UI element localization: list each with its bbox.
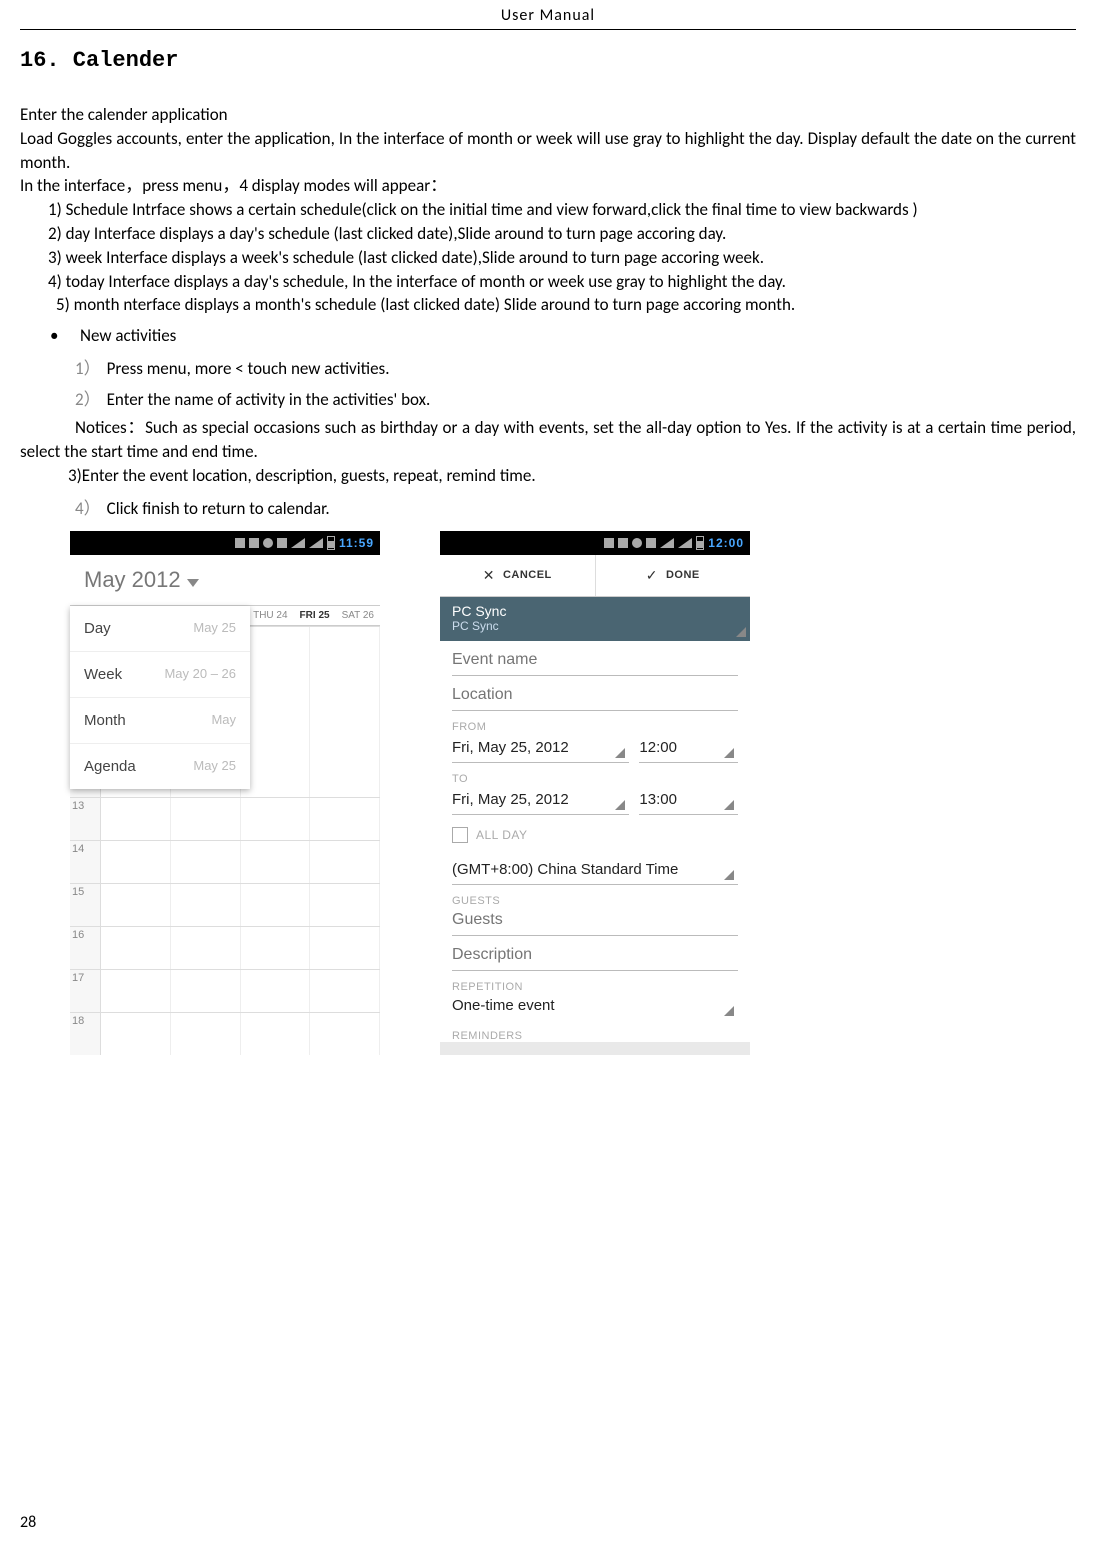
description-field[interactable] [452, 936, 738, 971]
section-title: 16. Calender [20, 48, 1076, 73]
status-icon [646, 538, 656, 548]
to-label: TO [452, 773, 738, 785]
bullet-label: New activities [80, 325, 176, 346]
spinner-icon [615, 748, 625, 758]
repetition-label: REPETITION [452, 981, 738, 993]
step-1: 1）Press menu, more < touch new activitie… [20, 354, 1076, 379]
status-icon [277, 538, 287, 548]
intro-line-1: Enter the calender application [20, 103, 1076, 127]
check-icon [646, 567, 658, 584]
day-col-active: FRI 25 [294, 606, 336, 625]
modes-intro: In the interface，press menu，4 display mo… [20, 174, 1076, 198]
all-day-checkbox[interactable]: ALL DAY [452, 827, 738, 843]
day-col: THU 24 [247, 606, 293, 625]
status-bar: 11:59 [70, 531, 380, 555]
phone-calendar-view: 11:59 May 2012 3 THU 24 FRI 25 SAT 26 Da… [70, 531, 380, 1055]
status-icon [632, 538, 642, 548]
status-icon [249, 538, 259, 548]
calendar-title-text: May 2012 [84, 567, 181, 593]
status-icon [604, 538, 614, 548]
done-label: DONE [666, 569, 700, 581]
view-mode-menu: DayMay 25 WeekMay 20 – 26 MonthMay Agend… [70, 606, 250, 789]
from-date-spinner[interactable]: Fri, May 25, 2012 [452, 733, 629, 763]
spinner-icon [724, 870, 734, 880]
timezone-spinner[interactable]: (GMT+8:00) China Standard Time [452, 855, 738, 885]
intro-line-2: Load Goggles accounts, enter the applica… [20, 127, 1076, 175]
step-3: 3)Enter the event location, description,… [20, 464, 1076, 488]
guests-label: GUESTS [452, 895, 738, 907]
status-icon [263, 538, 273, 548]
mode-3: 3) week Interface displays a week's sche… [20, 246, 1076, 270]
phone-event-editor: 12:00 CANCEL DONE PC Sync PC Sync [440, 531, 750, 1055]
status-bar: 12:00 [440, 531, 750, 555]
status-icon [235, 538, 245, 548]
guests-field[interactable] [452, 907, 738, 936]
status-time: 11:59 [339, 536, 374, 550]
signal-icon [309, 538, 323, 548]
reminders-label: REMINDERS [452, 1030, 738, 1042]
hour-label: 16 [70, 927, 101, 969]
step-4: 4）Click finish to return to calendar. [20, 494, 1076, 519]
cancel-label: CANCEL [503, 569, 552, 581]
step-2: 2）Enter the name of activity in the acti… [20, 385, 1076, 410]
spinner-icon [736, 627, 746, 637]
calendar-name: PC Sync [452, 603, 738, 619]
signal-icon [291, 538, 305, 548]
notices-text: Notices：Such as special occasions such a… [20, 416, 1076, 464]
location-field[interactable] [452, 676, 738, 711]
spinner-icon [724, 800, 734, 810]
menu-item-day[interactable]: DayMay 25 [70, 606, 250, 651]
signal-icon [678, 538, 692, 548]
hour-label: 13 [70, 798, 101, 840]
page-number: 28 [20, 1513, 36, 1532]
bullet-dot-icon: • [50, 325, 80, 346]
hour-label: 18 [70, 1013, 101, 1055]
calendar-title-spinner[interactable]: May 2012 [70, 555, 380, 606]
status-icon [618, 538, 628, 548]
from-time-spinner[interactable]: 12:00 [639, 733, 738, 763]
spinner-icon [724, 1006, 734, 1016]
menu-item-agenda[interactable]: AgendaMay 25 [70, 743, 250, 789]
doc-header: User Manual [20, 0, 1076, 30]
repetition-spinner[interactable]: One-time event [452, 993, 738, 1020]
spinner-icon [724, 748, 734, 758]
calendar-selector[interactable]: PC Sync PC Sync [440, 597, 750, 641]
battery-icon [327, 536, 335, 550]
mode-2: 2) day Interface displays a day's schedu… [20, 222, 1076, 246]
from-label: FROM [452, 721, 738, 733]
to-time-spinner[interactable]: 13:00 [639, 785, 738, 815]
checkbox-icon [452, 827, 468, 843]
signal-icon [660, 538, 674, 548]
mode-1: 1) Schedule Intrface shows a certain sch… [20, 198, 1076, 222]
battery-icon [696, 536, 704, 550]
to-date-spinner[interactable]: Fri, May 25, 2012 [452, 785, 629, 815]
cancel-button[interactable]: CANCEL [440, 555, 596, 596]
hour-label: 17 [70, 970, 101, 1012]
day-col: SAT 26 [336, 606, 380, 625]
calendar-sub: PC Sync [452, 619, 738, 633]
all-day-label: ALL DAY [476, 828, 528, 842]
bullet-new-activities: •New activities [20, 325, 1076, 346]
status-time: 12:00 [708, 536, 744, 550]
close-icon [483, 567, 495, 584]
hour-label: 14 [70, 841, 101, 883]
mode-4: 4) today Interface displays a day's sche… [20, 270, 1076, 294]
menu-item-week[interactable]: WeekMay 20 – 26 [70, 651, 250, 697]
menu-item-month[interactable]: MonthMay [70, 697, 250, 743]
event-name-field[interactable] [452, 641, 738, 676]
spinner-icon [615, 800, 625, 810]
hour-label: 15 [70, 884, 101, 926]
mode-5: 5) month nterface displays a month's sch… [20, 293, 1076, 317]
done-button[interactable]: DONE [596, 555, 751, 596]
dropdown-icon [187, 579, 199, 587]
